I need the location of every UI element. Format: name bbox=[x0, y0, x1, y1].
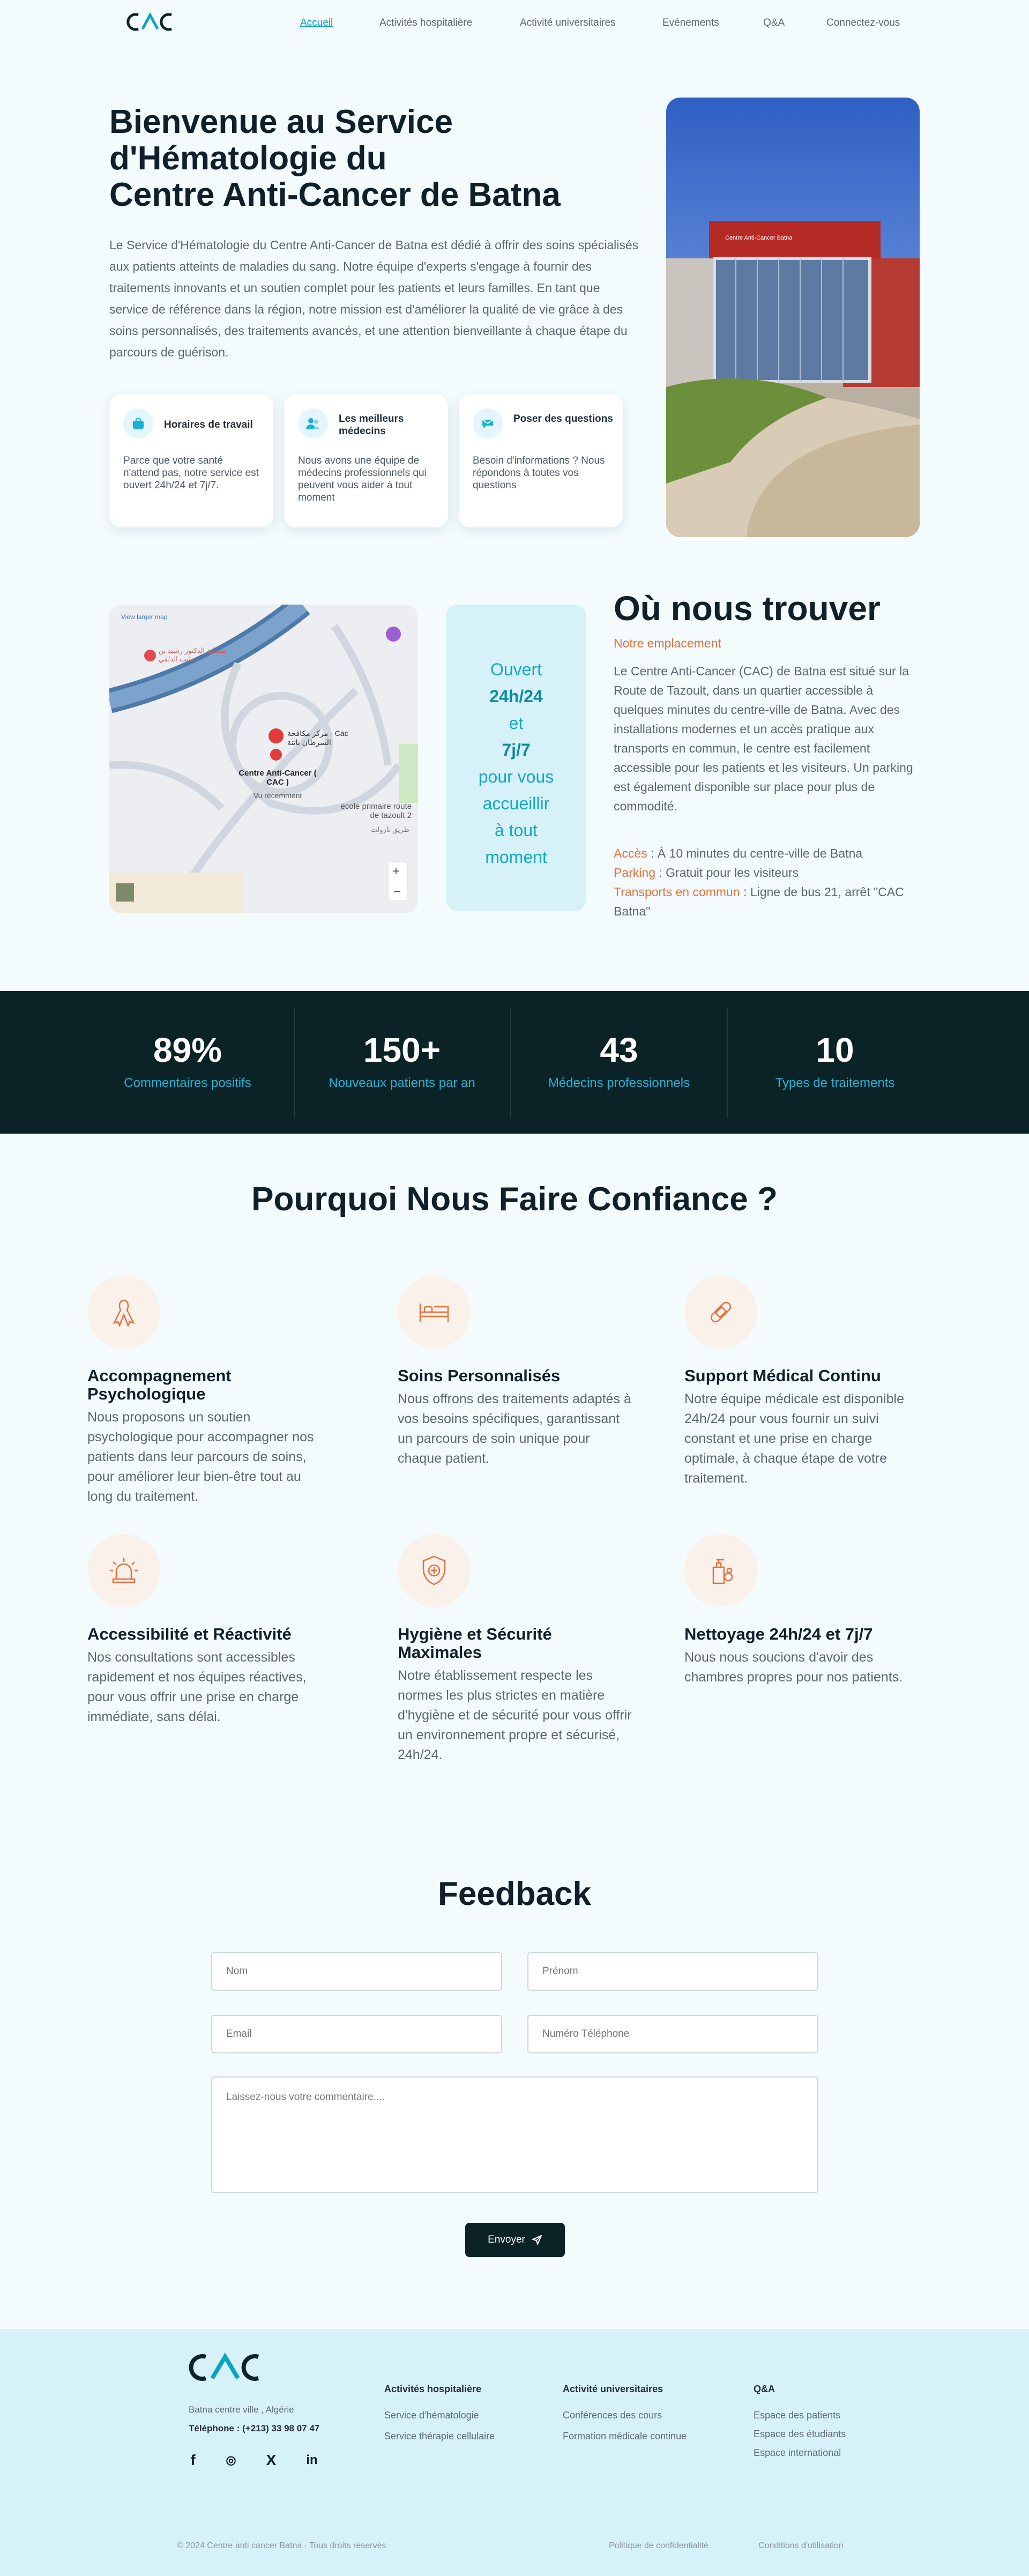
footer-link[interactable]: Service thérapie cellulaire bbox=[384, 2431, 495, 2442]
briefcase-icon bbox=[123, 408, 153, 438]
svg-text:Centre Anti-Cancer Batna: Centre Anti-Cancer Batna bbox=[725, 235, 793, 241]
sanitizer-icon bbox=[684, 1534, 757, 1607]
feature-item: Accessibilité et Réactivité Nos consulta… bbox=[87, 1534, 323, 1727]
cac-logo[interactable] bbox=[126, 11, 175, 33]
why-title: Pourquoi Nous Faire Confiance ? bbox=[251, 1181, 778, 1218]
feature-item: Hygiène et Sécurité Maximales Notre étab… bbox=[398, 1534, 633, 1765]
view-larger-map-link[interactable]: View larger map bbox=[121, 613, 167, 621]
footer-link[interactable]: Formation médicale continue bbox=[563, 2431, 687, 2442]
doctors-icon bbox=[298, 408, 328, 438]
road-label: طريق تازولت bbox=[370, 825, 409, 833]
footer-link[interactable]: Espace des étudiants bbox=[754, 2429, 846, 2440]
footer-phone: Téléphone : (+213) 33 98 07 47 bbox=[189, 2423, 320, 2433]
card-title: Les meilleurs médecins bbox=[339, 413, 404, 437]
footer-logo[interactable] bbox=[188, 2350, 263, 2385]
footer-col-universitaires: Activité universitaires Conférences des … bbox=[563, 2384, 687, 2442]
card-text: Parce que votre santé n'attend pas, notr… bbox=[123, 455, 259, 491]
location-details: Accès : À 10 minutes du centre-ville de … bbox=[614, 846, 904, 918]
x-twitter-icon[interactable]: X bbox=[263, 2452, 280, 2469]
place-recent-label: Vu récemment bbox=[253, 791, 302, 800]
top-navbar: Accueil Activités hospitalière Activité … bbox=[0, 0, 1029, 45]
nav-connectez-vous[interactable]: Connectez-vous bbox=[826, 17, 900, 29]
footer-col-qa: Q&A Espace des patients Espace des étudi… bbox=[754, 2384, 846, 2459]
location-subtitle: Notre emplacement bbox=[614, 636, 721, 650]
email-input[interactable] bbox=[211, 2015, 502, 2053]
zoom-out-button[interactable]: − bbox=[393, 884, 401, 899]
card-title: Poser des questions bbox=[513, 413, 613, 425]
nav-qa[interactable]: Q&A bbox=[763, 17, 785, 29]
siren-icon bbox=[87, 1534, 160, 1607]
card-title: Horaires de travail bbox=[164, 419, 253, 430]
pharmacy-label: صيدلية الدكتور رشيد بن طيب الدلفي bbox=[159, 646, 227, 663]
hospital-photo: Centre Anti-Cancer Batna bbox=[666, 98, 920, 537]
instagram-icon[interactable]: ◎ bbox=[222, 2452, 240, 2469]
footer-address: Batna centre ville , Algérie bbox=[189, 2404, 294, 2415]
info-card-horaires[interactable]: Horaires de travail Parce que votre sant… bbox=[109, 394, 273, 527]
send-label: Envoyer bbox=[488, 2234, 525, 2245]
card-text: Nous avons une équipe de médecins profes… bbox=[298, 455, 427, 503]
stat-item: 43 Médecins professionnels bbox=[548, 1031, 690, 1090]
school-label: ecole primaire route de tazoult 2 bbox=[340, 802, 412, 820]
footer-link[interactable]: Conférences des cours bbox=[563, 2410, 687, 2421]
chat-icon bbox=[473, 408, 503, 438]
stat-item: 10 Types de traitements bbox=[775, 1031, 895, 1090]
open-hours-box: Ouvert 24h/24 et 7j/7 pour vous accueill… bbox=[446, 605, 586, 911]
send-button[interactable]: Envoyer bbox=[465, 2223, 565, 2257]
bandage-icon bbox=[684, 1276, 757, 1349]
info-card-medecins[interactable]: Les meilleurs médecins Nous avons une éq… bbox=[284, 394, 448, 527]
footer-link[interactable]: Espace international bbox=[754, 2447, 846, 2459]
place-arabic-label: مركز مكافحة - Cac السرطان باتنة bbox=[287, 729, 348, 747]
ribbon-icon bbox=[87, 1276, 160, 1349]
nav-activite-universitaires[interactable]: Activité universitaires bbox=[520, 17, 615, 29]
zoom-in-button[interactable]: + bbox=[392, 864, 400, 879]
hero-description: Le Service d'Hématologie du Centre Anti-… bbox=[109, 238, 639, 359]
feature-item: Accompagnement Psychologique Nous propos… bbox=[87, 1276, 323, 1507]
phone-input[interactable] bbox=[527, 2015, 818, 2053]
nom-input[interactable] bbox=[211, 1952, 502, 1991]
footer: Batna centre ville , Algérie Téléphone :… bbox=[0, 2329, 1029, 2576]
nav-evenements[interactable]: Evénements bbox=[662, 17, 719, 29]
comment-textarea[interactable] bbox=[211, 2076, 818, 2193]
info-card-questions[interactable]: Poser des questions Besoin d'information… bbox=[459, 394, 623, 527]
linkedin-icon[interactable]: in bbox=[303, 2452, 320, 2469]
feature-item: Support Médical Continu Notre équipe méd… bbox=[684, 1276, 920, 1488]
footer-link[interactable]: Service d'hématologie bbox=[384, 2410, 495, 2421]
stats-band: 89% Commentaires positifs 150+ Nouveaux pa… bbox=[0, 991, 1029, 1134]
place-label[interactable]: Centre Anti-Cancer ( CAC ) bbox=[229, 769, 326, 787]
stat-item: 89% Commentaires positifs bbox=[124, 1031, 251, 1090]
nav-activites-hospitaliere[interactable]: Activités hospitalière bbox=[379, 17, 472, 29]
location-title: Où nous trouver bbox=[614, 589, 881, 628]
hero-title: Bienvenue au Service d'Hématologie du Ce… bbox=[109, 103, 561, 213]
send-icon bbox=[531, 2235, 542, 2245]
location-description: Le Centre Anti-Cancer (CAC) de Batna est… bbox=[614, 664, 913, 813]
footer-col-hospitaliere: Activités hospitalière Service d'hématol… bbox=[384, 2384, 495, 2442]
shield-medical-icon bbox=[398, 1534, 471, 1607]
footer-link[interactable]: Espace des patients bbox=[754, 2410, 846, 2421]
google-map[interactable]: View larger map صيدلية الدكتور رشيد بن ط… bbox=[109, 605, 418, 913]
privacy-link[interactable]: Politique de confidentialité bbox=[609, 2541, 709, 2551]
nav-accueil[interactable]: Accueil bbox=[300, 17, 333, 29]
hospital-bed-icon bbox=[398, 1276, 471, 1349]
stat-item: 150+ Nouveaux patients par an bbox=[329, 1031, 475, 1090]
copyright: © 2024 Centre anti cancer Batna · Tous d… bbox=[177, 2541, 386, 2550]
card-text: Besoin d'informations ? Nous répondons à… bbox=[473, 455, 605, 491]
feedback-title: Feedback bbox=[437, 1875, 592, 1912]
feature-item: Soins Personnalisés Nous offrons des tra… bbox=[398, 1276, 633, 1469]
prenom-input[interactable] bbox=[527, 1952, 818, 1991]
feature-item: Nettoyage 24h/24 et 7j/7 Nous nous souci… bbox=[684, 1534, 920, 1687]
facebook-icon[interactable]: f bbox=[184, 2452, 202, 2469]
terms-link[interactable]: Conditions d'utilisation bbox=[758, 2541, 844, 2551]
